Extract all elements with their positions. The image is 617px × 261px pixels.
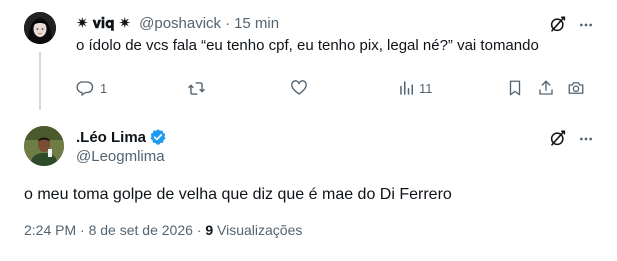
more-dots-icon [580, 23, 592, 27]
verified-badge-icon[interactable] [149, 128, 167, 146]
main-timestamp[interactable]: 2:24 PM · 8 de set de 2026 · [24, 222, 205, 238]
main-header-name-row: .Léo Lima [76, 127, 167, 147]
grok-icon [550, 16, 566, 32]
reply-avatar[interactable] [24, 12, 56, 44]
reply-text: o ídolo de vcs fala “eu tenho cpf, eu te… [76, 37, 539, 54]
screenshot-button[interactable] [567, 79, 585, 97]
main-tweet-meta: 2:24 PM · 8 de set de 2026 · 9 Visualiza… [24, 222, 302, 238]
grok-button[interactable] [549, 129, 567, 147]
thread-connector-line [39, 52, 41, 110]
bookmark-button[interactable] [506, 79, 524, 97]
main-tweet-text: o meu toma golpe de velha que diz que é … [24, 186, 452, 203]
reply-header: ✷ 𝐯𝐢𝐪 ✷ @poshavick · 15 min [76, 13, 279, 33]
main-views-label: Visualizações [213, 222, 303, 238]
bookmark-icon [509, 80, 521, 96]
views-count: 11 [419, 80, 433, 96]
heart-icon [291, 80, 307, 95]
share-button[interactable] [537, 79, 555, 97]
share-icon [539, 80, 553, 95]
reply-time[interactable]: 15 min [234, 15, 279, 32]
retweet-icon [188, 82, 205, 95]
avatar-image-icon [24, 126, 64, 166]
main-views-count: 9 [205, 222, 214, 238]
more-options-button[interactable] [578, 17, 594, 33]
views-chart-icon [400, 81, 413, 95]
reply-count: 1 [100, 80, 108, 96]
grok-icon [550, 130, 566, 146]
more-options-button[interactable] [578, 131, 594, 147]
reply-display-name[interactable]: ✷ 𝐯𝐢𝐪 ✷ [76, 14, 131, 32]
main-display-name[interactable]: .Léo Lima [76, 129, 146, 146]
grok-button[interactable] [549, 15, 567, 33]
reply-handle[interactable]: @poshavick [139, 15, 221, 32]
main-handle[interactable]: @Leogmlima [76, 148, 165, 165]
reply-separator: · [225, 14, 231, 32]
retweet-action-button[interactable] [187, 79, 212, 98]
reply-action-button[interactable]: 1 [76, 79, 107, 97]
reply-icon [76, 81, 94, 96]
views-action-button[interactable]: 11 [398, 79, 433, 97]
camera-icon [568, 82, 584, 94]
main-avatar[interactable] [24, 126, 64, 166]
like-action-button[interactable] [290, 79, 314, 97]
more-dots-icon [580, 137, 592, 141]
avatar-image-icon [24, 12, 56, 44]
